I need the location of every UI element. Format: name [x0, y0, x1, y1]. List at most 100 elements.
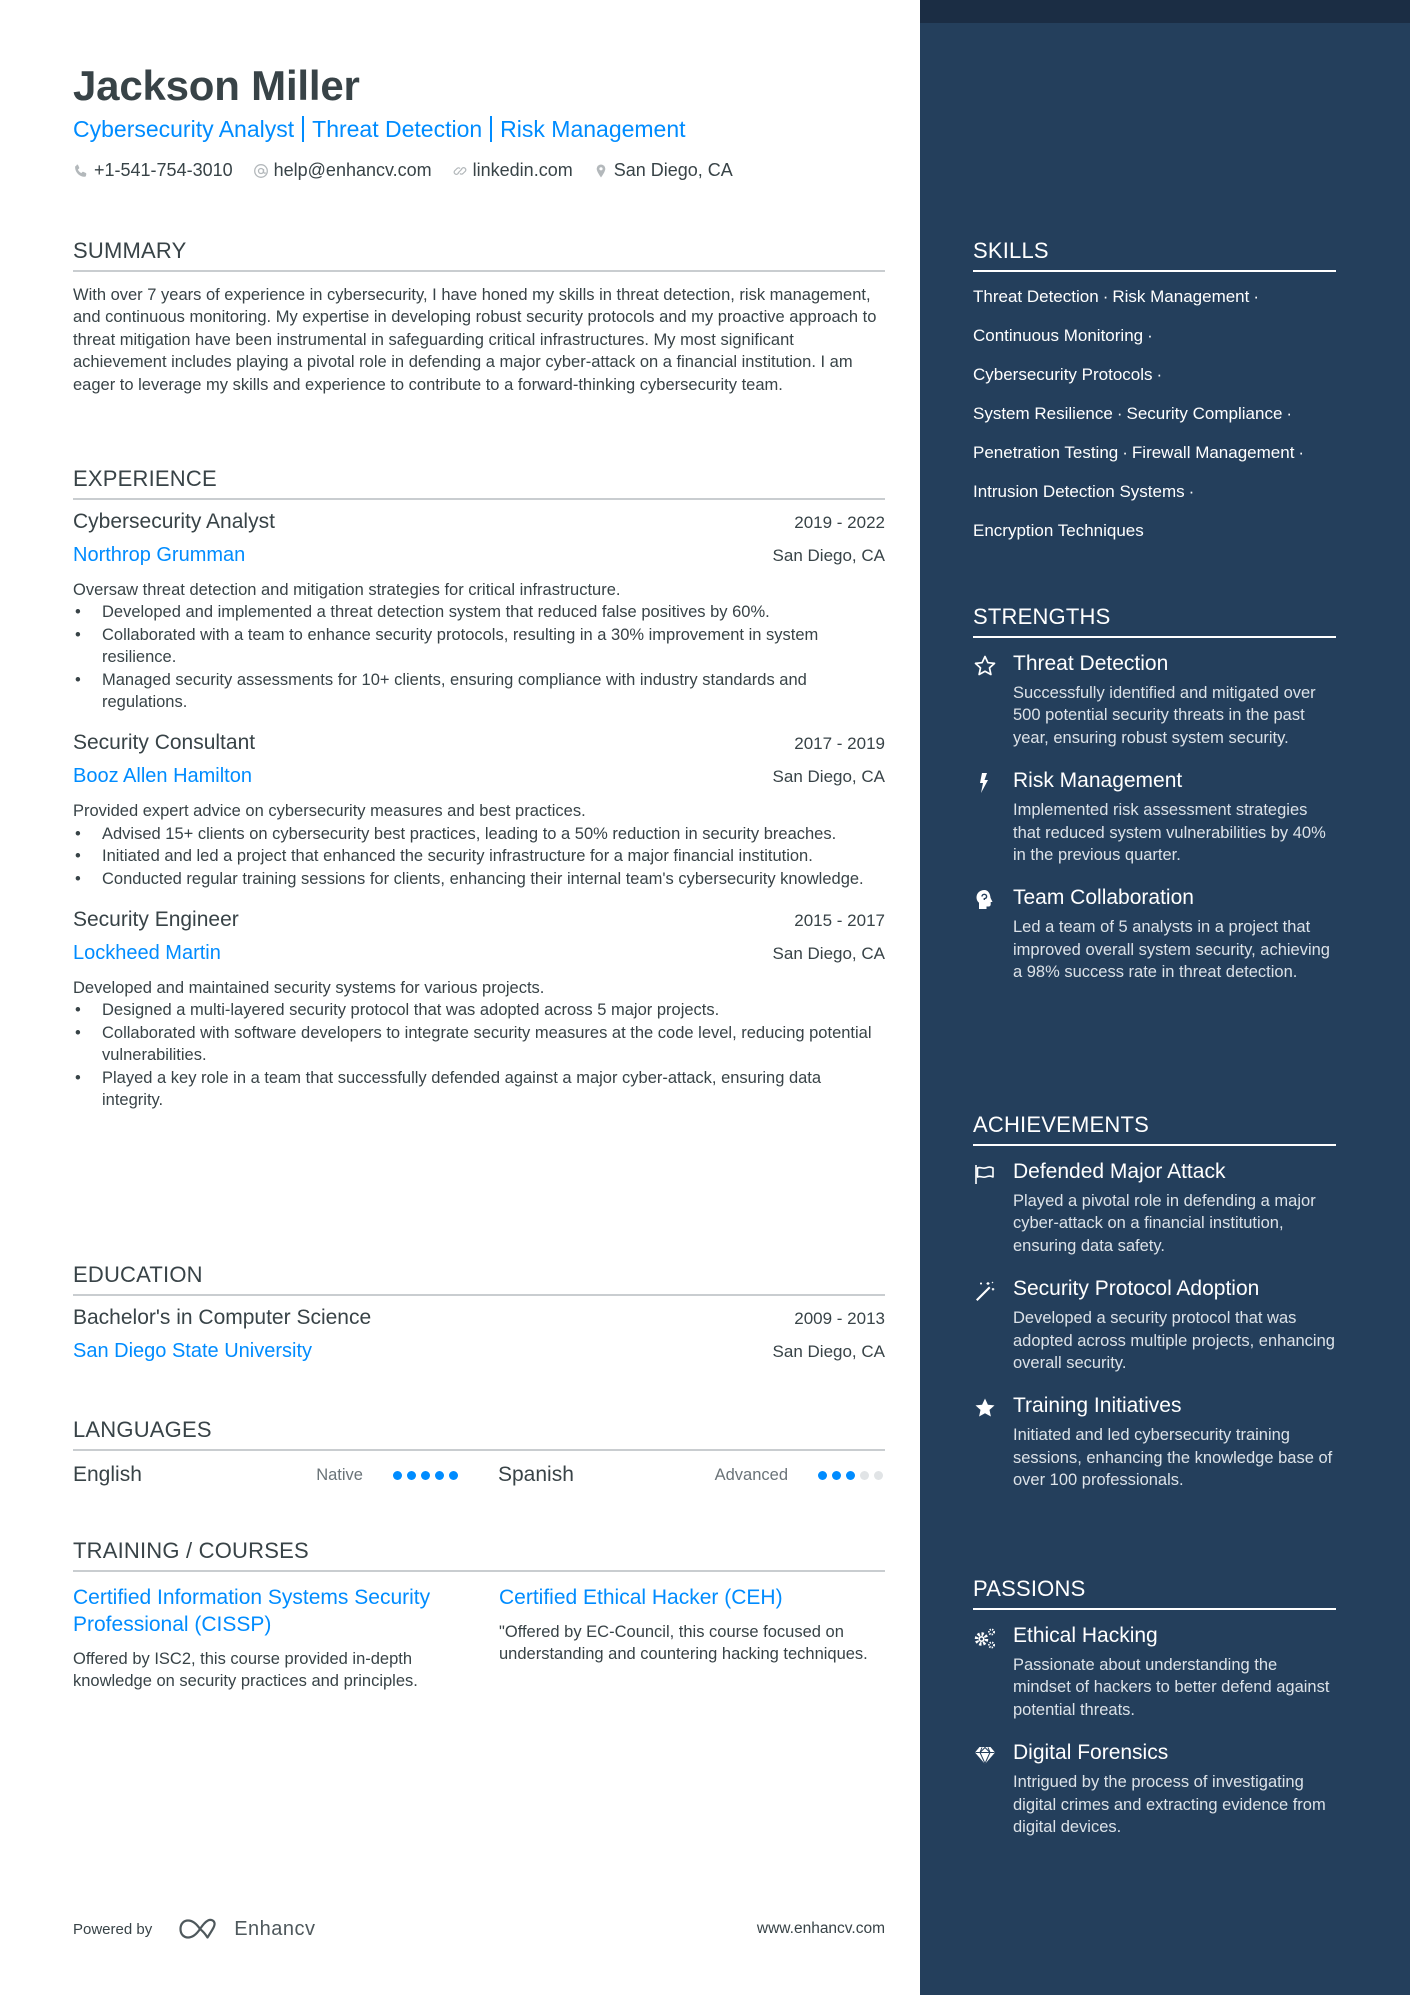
section-title: Strengths: [973, 604, 1336, 638]
language-name: English: [73, 1463, 142, 1486]
skill-separator: ·: [1122, 443, 1128, 462]
language-rating: [818, 1470, 883, 1480]
star-filled-icon: [975, 1398, 995, 1417]
achievements-section: Achievements Defended Major Attack Playe…: [973, 1112, 1336, 1492]
rating-dot-filled: [393, 1470, 402, 1480]
job-entry: Security Engineer 2015 - 2017 Lockheed Ma…: [73, 908, 885, 1111]
skill-separator: ·: [1156, 365, 1163, 384]
course-description: Offered by ISC2, this course provided in…: [73, 1650, 418, 1691]
education-entry: Bachelor's in Computer Science 2009 - 201…: [73, 1306, 885, 1363]
job-bullets: Advised 15+ clients on cybersecurity bes…: [73, 823, 885, 891]
skill-separator: ·: [1253, 287, 1260, 306]
section-title: Passions: [973, 1576, 1336, 1610]
enhancv-brand: Enhancv: [234, 1917, 316, 1940]
email-text: help@enhancv.com: [273, 160, 432, 180]
rating-dot-filled: [421, 1470, 430, 1480]
footer-website[interactable]: www.enhancv.com: [757, 1920, 885, 1938]
course-description: "Offered by EC-Council, this course focu…: [499, 1623, 868, 1664]
diamond-icon: [975, 1747, 995, 1765]
skills-line: Threat Detection · Risk Management ·: [973, 284, 1336, 323]
job-company[interactable]: Booz Allen Hamilton: [73, 765, 252, 788]
headline-divider: [302, 116, 305, 142]
sidebar: Skills Threat Detection · Risk Management ·…: [920, 0, 1410, 1995]
summary-section: Summary With over 7 years of experience …: [73, 238, 885, 396]
skill-tag: Threat Detection: [973, 287, 1099, 306]
location-pin-icon: [596, 164, 606, 177]
job-bullets: Designed a multi-layered security protoc…: [73, 999, 885, 1111]
job-location: San Diego, CA: [772, 546, 885, 565]
achievement-item: Training Initiatives Initiated and led c…: [973, 1392, 1336, 1491]
section-title: Skills: [973, 238, 1336, 272]
skill-tag: Security Compliance: [1126, 404, 1283, 423]
job-description: Oversaw threat detection and mitigation …: [73, 581, 621, 599]
strength-title: Risk Management: [1013, 769, 1183, 793]
skill-tag: Encryption Techniques: [973, 521, 1144, 540]
passion-title: Digital Forensics: [1013, 1741, 1169, 1765]
job-bullet: Designed a multi-layered security protoc…: [73, 999, 885, 1022]
website-text: linkedin.com: [472, 160, 573, 180]
achievement-item: Security Protocol Adoption Developed a s…: [973, 1275, 1336, 1374]
contact-info: +1-541-754-3010 help@enhancv.com linkedi…: [73, 160, 733, 181]
skills-line: Encryption Techniques: [973, 518, 1336, 557]
skill-separator: ·: [1188, 482, 1195, 501]
skill-separator: ·: [1286, 404, 1293, 423]
strength-item: Team Collaboration Led a team of 5 analy…: [973, 884, 1336, 983]
link-icon: [453, 166, 467, 175]
skills-section: Skills Threat Detection · Risk Management ·…: [973, 238, 1336, 557]
job-bullet: Advised 15+ clients on cybersecurity bes…: [73, 823, 885, 846]
enhancv-logo[interactable]: Enhancv: [178, 1917, 315, 1941]
skill-tag: Firewall Management: [1131, 443, 1295, 462]
rating-dot-empty: [860, 1470, 869, 1480]
headline-part: Threat Detection: [312, 116, 483, 142]
languages-section: Languages English Native Spanish Advance…: [73, 1417, 885, 1487]
skill-separator: ·: [1116, 404, 1123, 423]
skill-tag: Continuous Monitoring: [973, 326, 1144, 345]
section-title: Summary: [73, 238, 885, 272]
rating-dot-filled: [818, 1470, 827, 1480]
education-section: Education Bachelor's in Computer Science…: [73, 1262, 885, 1363]
job-location: San Diego, CA: [772, 767, 885, 787]
at-icon: [253, 163, 268, 178]
job-bullet: Developed and implemented a threat detec…: [73, 601, 885, 624]
job-bullet: Collaborated with software developers to…: [73, 1022, 885, 1067]
achievement-title: Training Initiatives: [1013, 1394, 1182, 1418]
job-entry: Cybersecurity Analyst 2019 - 2022 Northro…: [73, 510, 885, 713]
job-entry: Security Consultant 2017 - 2019 Booz Alle…: [73, 731, 885, 890]
job-location: San Diego, CA: [772, 944, 885, 964]
job-description: Developed and maintained security system…: [73, 979, 545, 998]
job-bullets: Developed and implemented a threat detec…: [73, 601, 885, 713]
contact-location: San Diego, CA: [593, 160, 733, 181]
strength-item: Risk Management Implemented risk assessm…: [973, 767, 1336, 866]
contact-email[interactable]: help@enhancv.com: [253, 160, 432, 181]
skill-tag: Intrusion Detection Systems: [973, 482, 1185, 501]
skills-line: Continuous Monitoring ·: [973, 323, 1336, 362]
job-company[interactable]: Lockheed Martin: [73, 942, 221, 965]
language-name: Spanish: [498, 1463, 574, 1486]
job-title: Cybersecurity Analyst: [73, 510, 275, 533]
passion-item: Ethical Hacking Passionate about underst…: [973, 1622, 1336, 1721]
job-bullet: Played a key role in a team that success…: [73, 1067, 885, 1112]
school[interactable]: San Diego State University: [73, 1340, 312, 1363]
rating-dot-filled: [407, 1470, 416, 1480]
achievement-title: Defended Major Attack: [1013, 1160, 1226, 1183]
course-title[interactable]: Certified Information Systems Security P…: [73, 1584, 459, 1638]
achievement-title: Security Protocol Adoption: [1013, 1277, 1260, 1301]
contact-phone[interactable]: +1-541-754-3010: [73, 160, 233, 181]
strengths-section: Strengths Threat Detection Successfully …: [973, 604, 1336, 984]
rating-dot-filled: [846, 1470, 855, 1480]
section-title: Languages: [73, 1417, 885, 1451]
education-dates: 2009 - 2013: [794, 1309, 885, 1328]
rating-dot-filled: [832, 1470, 841, 1480]
gears-icon: [974, 1628, 995, 1649]
languages-list: English Native Spanish Advanced: [73, 1463, 885, 1487]
headline-part: Risk Management: [500, 116, 686, 142]
job-company[interactable]: Northrop Grumman: [73, 544, 245, 567]
experience-section: Experience Cybersecurity Analyst 2019 - 2…: [73, 466, 885, 1112]
section-title: Achievements: [973, 1112, 1336, 1146]
star-outline-icon: [974, 655, 996, 676]
contact-website[interactable]: linkedin.com: [452, 160, 573, 181]
skills-line: Cybersecurity Protocols ·: [973, 362, 1336, 401]
job-title: Security Engineer: [73, 908, 239, 932]
rating-dot-empty: [874, 1470, 883, 1480]
course-title[interactable]: Certified Ethical Hacker (CEH): [499, 1584, 885, 1611]
